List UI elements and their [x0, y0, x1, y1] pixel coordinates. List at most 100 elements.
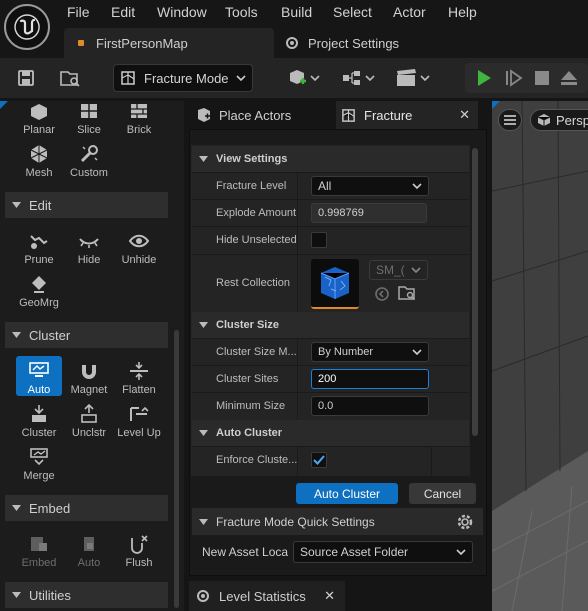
- tool-flush[interactable]: Flush: [115, 533, 163, 569]
- viewport-perspective-label: Persp: [556, 112, 588, 128]
- viewport-options-button[interactable]: [498, 109, 522, 131]
- tool-geomrg-label: GeoMrg: [19, 297, 59, 309]
- checkmark-icon: [313, 455, 325, 465]
- level-tab-marker-icon: [78, 40, 84, 46]
- tool-magnet[interactable]: Magnet: [65, 360, 113, 396]
- tab-level[interactable]: FirstPersonMap: [64, 28, 274, 58]
- statistics-icon: [196, 589, 210, 603]
- mesh-icon: [15, 143, 63, 165]
- eject-icon[interactable]: [557, 62, 581, 94]
- uncluster-icon: [65, 403, 113, 425]
- stop-icon[interactable]: [530, 62, 554, 94]
- tool-embed[interactable]: Embed: [15, 533, 63, 569]
- level-viewport[interactable]: [492, 101, 588, 611]
- tool-level-up[interactable]: Level Up: [115, 403, 163, 439]
- rest-collection-asset-value: SM_(: [376, 263, 405, 277]
- rest-collection-asset-dropdown[interactable]: SM_(: [369, 260, 428, 280]
- cluster-size-method-label: Cluster Size M...: [216, 346, 297, 358]
- tab-fracture[interactable]: Fracture ✕: [336, 101, 478, 129]
- close-icon[interactable]: ✕: [324, 588, 335, 604]
- tool-merge[interactable]: Merge: [15, 446, 63, 482]
- details-bottom-edge: [192, 476, 469, 479]
- tab-level-label: FirstPersonMap: [96, 35, 188, 51]
- content-browser-icon[interactable]: [54, 62, 86, 94]
- tab-fracture-label: Fracture: [364, 107, 413, 123]
- fracture-level-label: Fracture Level: [216, 180, 287, 192]
- new-asset-location-dropdown[interactable]: Source Asset Folder: [293, 541, 473, 563]
- chevron-down-icon: [199, 156, 208, 162]
- mode-dropdown[interactable]: Fracture Mode: [113, 64, 253, 92]
- tool-hide[interactable]: Hide: [65, 230, 113, 266]
- cluster-size-method-dropdown[interactable]: By Number: [311, 342, 429, 362]
- quick-settings-header[interactable]: Fracture Mode Quick Settings: [192, 508, 483, 535]
- tool-custom[interactable]: Custom: [65, 143, 113, 179]
- auto-cluster-button[interactable]: Auto Cluster: [296, 483, 398, 504]
- menu-actor[interactable]: Actor: [393, 4, 426, 20]
- tab-project-settings[interactable]: Project Settings: [284, 28, 424, 58]
- tool-unhide[interactable]: Unhide: [115, 230, 163, 266]
- chevron-down-icon: [199, 430, 208, 436]
- use-selected-asset-icon[interactable]: [374, 286, 390, 302]
- section-cluster[interactable]: Cluster: [5, 322, 168, 348]
- cancel-button[interactable]: Cancel: [409, 483, 476, 504]
- menu-build[interactable]: Build: [281, 4, 312, 20]
- minimum-size-label: Minimum Size: [216, 400, 286, 412]
- close-icon[interactable]: ✕: [459, 107, 470, 123]
- chevron-down-icon: [12, 505, 21, 511]
- blueprint-menu-button[interactable]: [338, 62, 378, 94]
- tab-place-actors[interactable]: Place Actors: [189, 101, 331, 129]
- hide-unselected-checkbox[interactable]: [311, 232, 327, 248]
- tool-slice[interactable]: Slice: [65, 100, 113, 136]
- menu-edit[interactable]: Edit: [111, 4, 135, 20]
- menu-file[interactable]: File: [67, 4, 90, 20]
- category-cluster-size[interactable]: Cluster Size: [192, 312, 469, 338]
- tool-auto-cluster-label: Auto: [27, 384, 51, 396]
- tab-level-statistics-label: Level Statistics: [219, 588, 306, 604]
- tool-flatten[interactable]: Flatten: [115, 360, 163, 396]
- settings-gear-icon[interactable]: [455, 512, 475, 532]
- minimum-size-input[interactable]: 0.0: [311, 396, 429, 416]
- enforce-cluster-checkbox[interactable]: [311, 452, 327, 468]
- tool-mesh[interactable]: Mesh: [15, 143, 63, 179]
- cluster-sites-input[interactable]: 200: [311, 369, 429, 389]
- tool-unclstr[interactable]: Unclstr: [65, 403, 113, 439]
- left-panel-scrollbar[interactable]: [174, 330, 179, 608]
- section-edit[interactable]: Edit: [5, 192, 168, 218]
- rest-collection-thumbnail[interactable]: [311, 259, 359, 309]
- tool-geomrg[interactable]: GeoMrg: [15, 273, 63, 309]
- explode-amount-input[interactable]: 0.998769: [311, 203, 427, 223]
- tool-hide-label: Hide: [77, 254, 101, 266]
- menu-select[interactable]: Select: [333, 4, 372, 20]
- tool-prune[interactable]: Prune: [15, 230, 63, 266]
- section-embed[interactable]: Embed: [5, 495, 168, 521]
- menu-window[interactable]: Window: [157, 4, 207, 20]
- category-auto-cluster[interactable]: Auto Cluster: [192, 420, 469, 446]
- hide-icon: [65, 230, 113, 252]
- browse-asset-icon[interactable]: [398, 285, 416, 301]
- tool-embed-auto[interactable]: Auto: [65, 533, 113, 569]
- tool-cluster[interactable]: Cluster: [15, 403, 63, 439]
- enforce-cluster-label: Enforce Cluste...: [216, 454, 298, 466]
- tool-magnet-label: Magnet: [70, 384, 108, 396]
- tool-auto-cluster[interactable]: Auto: [15, 360, 63, 396]
- play-icon[interactable]: [472, 62, 496, 94]
- section-utilities[interactable]: Utilities: [5, 582, 168, 608]
- section-utilities-title: Utilities: [29, 587, 71, 603]
- tab-level-statistics[interactable]: Level Statistics ✕: [189, 581, 345, 611]
- details-scrollbar[interactable]: [472, 148, 478, 436]
- save-icon[interactable]: [10, 62, 42, 94]
- tool-brick[interactable]: Brick: [115, 100, 163, 136]
- category-view-settings[interactable]: View Settings: [192, 146, 469, 172]
- fracture-level-dropdown[interactable]: All: [311, 176, 429, 196]
- menu-help[interactable]: Help: [448, 4, 477, 20]
- tool-planar[interactable]: Planar: [15, 100, 63, 136]
- flatten-icon: [115, 360, 163, 382]
- add-content-button[interactable]: [283, 62, 323, 94]
- viewport-perspective-button[interactable]: Persp: [530, 109, 588, 131]
- cinematics-menu-button[interactable]: [393, 62, 433, 94]
- menu-tools[interactable]: Tools: [225, 4, 258, 20]
- tool-level-up-label: Level Up: [117, 427, 161, 439]
- cluster-icon: [15, 403, 63, 425]
- unreal-logo-icon[interactable]: [4, 4, 50, 50]
- advance-frame-icon[interactable]: [502, 62, 526, 94]
